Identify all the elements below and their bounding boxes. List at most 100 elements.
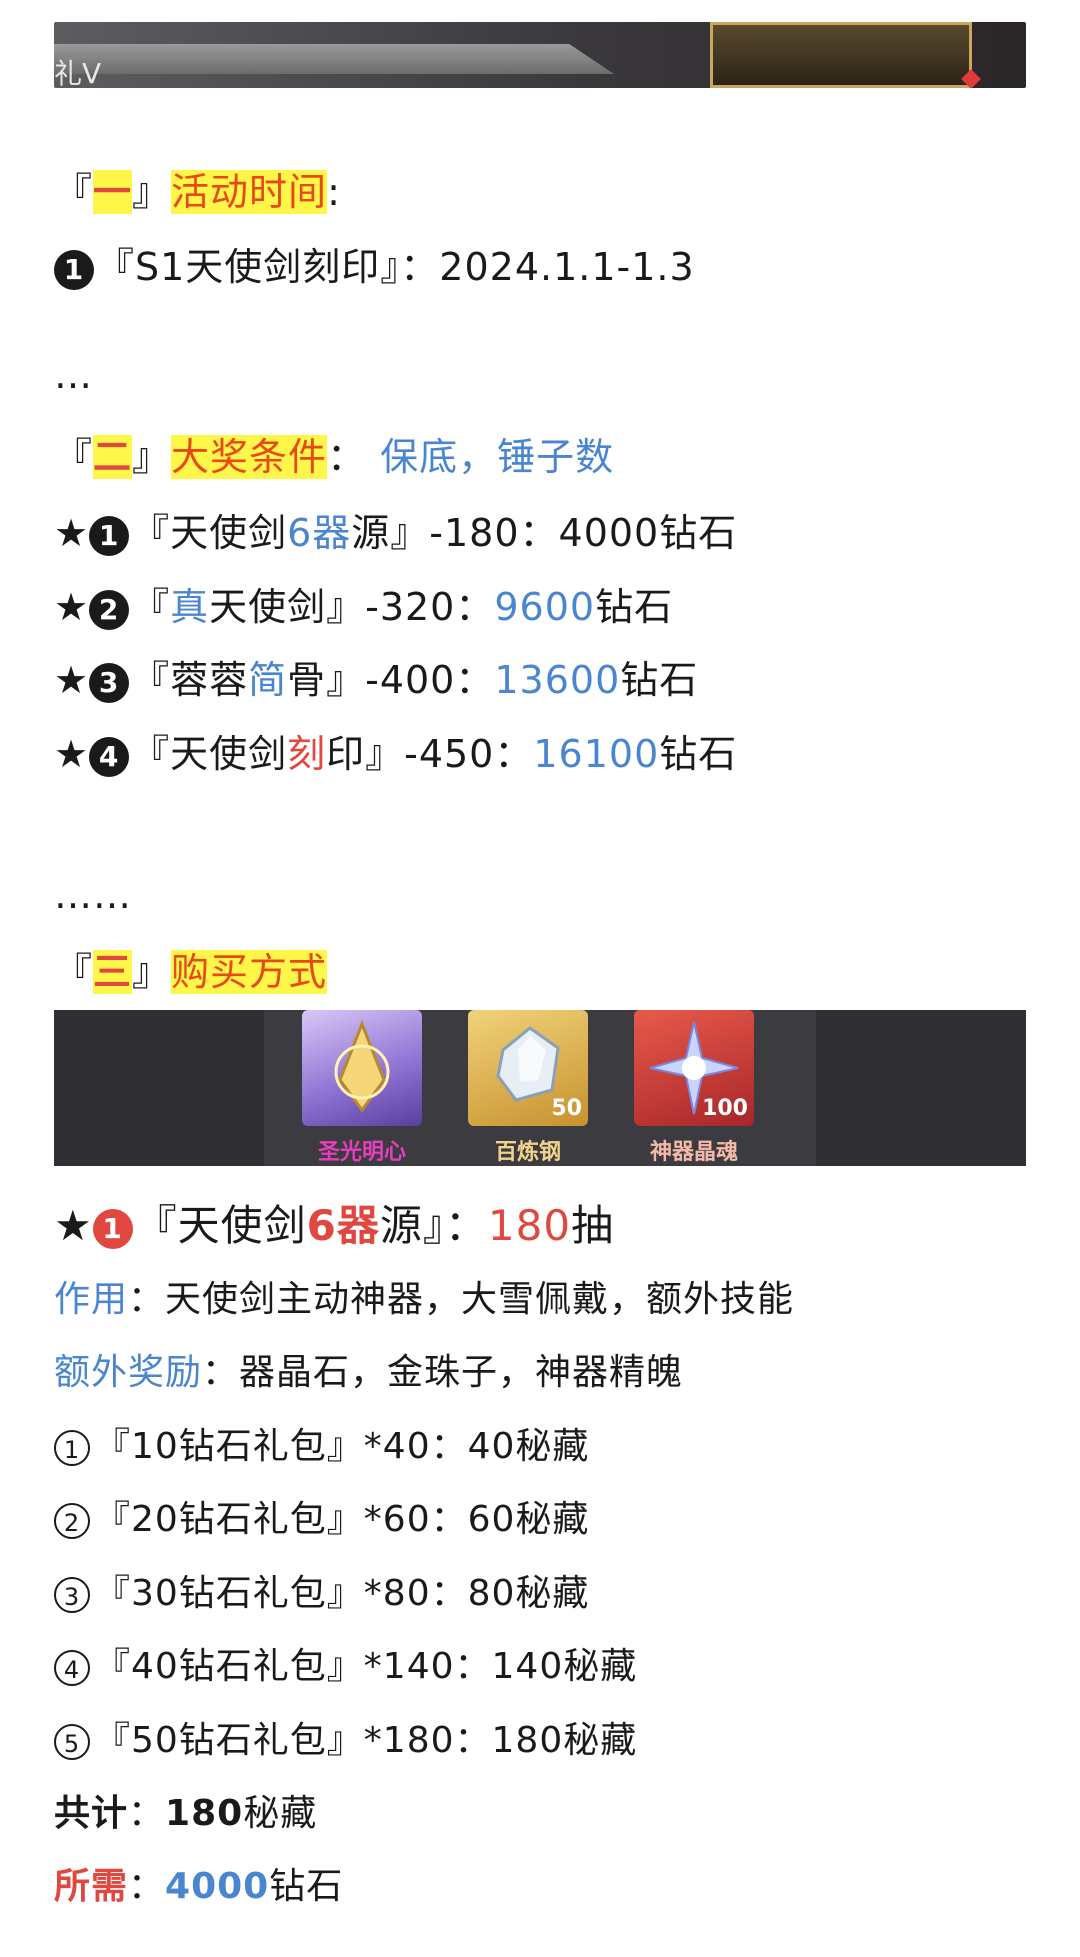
- prize-text: 骨』-400：: [287, 658, 495, 702]
- star-icon: ★: [54, 585, 90, 629]
- section3-number: 三: [93, 950, 133, 994]
- item-name: 圣光明心: [317, 1140, 406, 1165]
- pack-text: 『30钻石礼包』*80：80秘藏: [94, 1573, 590, 1614]
- prize-highlight: 真: [170, 585, 210, 629]
- pack-row: 3 『30钻石礼包』*80：80秘藏: [54, 1569, 589, 1619]
- pack-row: 2 『20钻石礼包』*60：60秘藏: [54, 1495, 589, 1545]
- total-value: 180: [165, 1793, 244, 1834]
- total-line: 共计：180秘藏: [54, 1789, 317, 1839]
- sword-blade-graphic: [54, 44, 614, 74]
- detail-highlight: 6器: [306, 1201, 380, 1250]
- ellipsis: …: [54, 353, 93, 397]
- section1-heading: 『一』活动时间:: [54, 167, 341, 217]
- prize-text: 『: [131, 585, 171, 629]
- pack-row: 5 『50钻石礼包』*180：180秘藏: [54, 1716, 637, 1766]
- effect-line: 作用：天使剑主动神器，大雪佩戴，额外技能: [54, 1275, 794, 1325]
- detail-text: 『天使剑: [134, 1201, 307, 1250]
- prize-row: ★ 3 『蓉蓉简骨』-400：13600钻石: [54, 655, 698, 705]
- detail-heading: ★ 1 『天使剑6器源』：180抽: [54, 1199, 614, 1253]
- item-card: 50 百炼钢: [468, 1010, 588, 1166]
- circled-number-icon: 5: [54, 1724, 90, 1760]
- star-icon: ★: [54, 658, 90, 702]
- prize-text: 源』-180：4000钻石: [351, 511, 738, 555]
- bracket: 『: [54, 170, 94, 214]
- number-marker-icon: 4: [89, 736, 130, 777]
- detail-draws: 180: [487, 1201, 572, 1250]
- angel-emblem-icon: [302, 1010, 422, 1126]
- pack-text: 『40钻石礼包』*140：140秘藏: [94, 1646, 638, 1687]
- circled-number-icon: 4: [54, 1650, 90, 1686]
- number-marker-icon: 1: [89, 515, 130, 556]
- ellipsis: ……: [54, 873, 132, 917]
- bonus-line: 额外奖励：器晶石，金珠子，神器精魄: [54, 1348, 683, 1398]
- circled-number-icon: 2: [54, 1503, 90, 1539]
- prize-text: 钻石: [659, 732, 738, 776]
- pack-text: 『10钻石礼包』*40：40秘藏: [94, 1426, 590, 1467]
- section2-title: 大奖条件: [171, 435, 328, 479]
- prize-text: 『蓉蓉: [131, 658, 249, 702]
- bonus-text: ：器晶石，金珠子，神器精魄: [202, 1352, 684, 1393]
- colon: :: [327, 170, 341, 214]
- prize-row: ★ 1 『天使剑6器源』-180：4000钻石: [54, 508, 737, 558]
- pack-text: 『50钻石礼包』*180：180秘藏: [94, 1720, 638, 1761]
- prize-text: 『天使剑: [131, 511, 288, 555]
- banner-tag: 礼V: [54, 57, 102, 88]
- prize-row: ★ 2 『真天使剑』-320：9600钻石: [54, 582, 673, 632]
- need-unit: 钻石: [269, 1866, 344, 1907]
- star-icon: ★: [54, 1201, 93, 1250]
- item-count: 50: [551, 1096, 582, 1121]
- need-line: 所需：4000钻石: [54, 1862, 343, 1912]
- pack-row: 1 『10钻石礼包』*40：40秘藏: [54, 1422, 589, 1472]
- prize-text: 『天使剑: [131, 732, 288, 776]
- separator: ：: [128, 1793, 166, 1834]
- item-name: 百炼钢: [494, 1140, 561, 1165]
- need-label: 所需: [54, 1866, 129, 1907]
- section3-heading: 『三』购买方式: [54, 947, 328, 997]
- total-label: 共计: [54, 1793, 129, 1834]
- detail-text: 源』：: [379, 1201, 488, 1250]
- prize-text: 钻石: [595, 585, 674, 629]
- prize-text: 印』-450：: [326, 732, 534, 776]
- prize-highlight: 6器: [287, 511, 352, 555]
- need-value: 4000: [165, 1866, 270, 1907]
- item-name: 神器晶魂: [649, 1140, 738, 1165]
- bracket: 』: [132, 435, 172, 479]
- prize-diamonds: 13600: [494, 658, 621, 702]
- number-marker-icon: 3: [89, 662, 130, 703]
- prize-text: 天使剑』-320：: [209, 585, 495, 629]
- prize-highlight: 刻: [287, 732, 327, 776]
- section2-heading: 『二』大奖条件： 保底，锤子数: [54, 432, 614, 482]
- prize-row: ★ 4 『天使剑刻印』-450：16100钻石: [54, 729, 737, 779]
- number-marker-icon: 1: [54, 249, 94, 290]
- circled-number-icon: 3: [54, 1577, 90, 1613]
- section2-number: 二: [93, 435, 133, 479]
- star-icon: ★: [54, 732, 90, 776]
- prize-text: 钻石: [620, 658, 699, 702]
- pack-text: 『20钻石礼包』*60：60秘藏: [94, 1499, 590, 1540]
- item-card: 100 神器晶魂: [634, 1010, 754, 1166]
- prize-diamonds: 9600: [494, 585, 596, 629]
- strip-side-panel: [54, 1010, 264, 1166]
- item-strip-image: 圣光明心 50 百炼钢 100 神器晶魂: [54, 1010, 1026, 1166]
- banner-badge: [710, 22, 972, 88]
- strip-side-panel: [816, 1010, 1026, 1166]
- bracket: 』: [132, 950, 172, 994]
- item-card: 圣光明心: [302, 1010, 422, 1166]
- section1-item: 1 『S1天使剑刻印』：2024.1.1-1.3: [54, 242, 695, 292]
- section1-item-text: 『S1天使剑刻印』：2024.1.1-1.3: [96, 245, 695, 289]
- total-unit: 秘藏: [243, 1793, 318, 1834]
- separator: ：: [128, 1866, 166, 1907]
- colon: ：: [327, 435, 367, 479]
- star-icon: ★: [54, 511, 90, 555]
- section3-title: 购买方式: [171, 950, 328, 994]
- item-count: 100: [702, 1096, 748, 1121]
- number-marker-icon: 1: [92, 1208, 133, 1249]
- bracket: 『: [54, 950, 94, 994]
- circled-number-icon: 1: [54, 1430, 90, 1466]
- section2-note: 保底，锤子数: [380, 435, 615, 479]
- bracket: 『: [54, 435, 94, 479]
- prize-highlight: 简: [248, 658, 288, 702]
- effect-label: 作用: [54, 1279, 129, 1320]
- pack-row: 4 『40钻石礼包』*140：140秘藏: [54, 1642, 637, 1692]
- bonus-label: 额外奖励: [54, 1352, 203, 1393]
